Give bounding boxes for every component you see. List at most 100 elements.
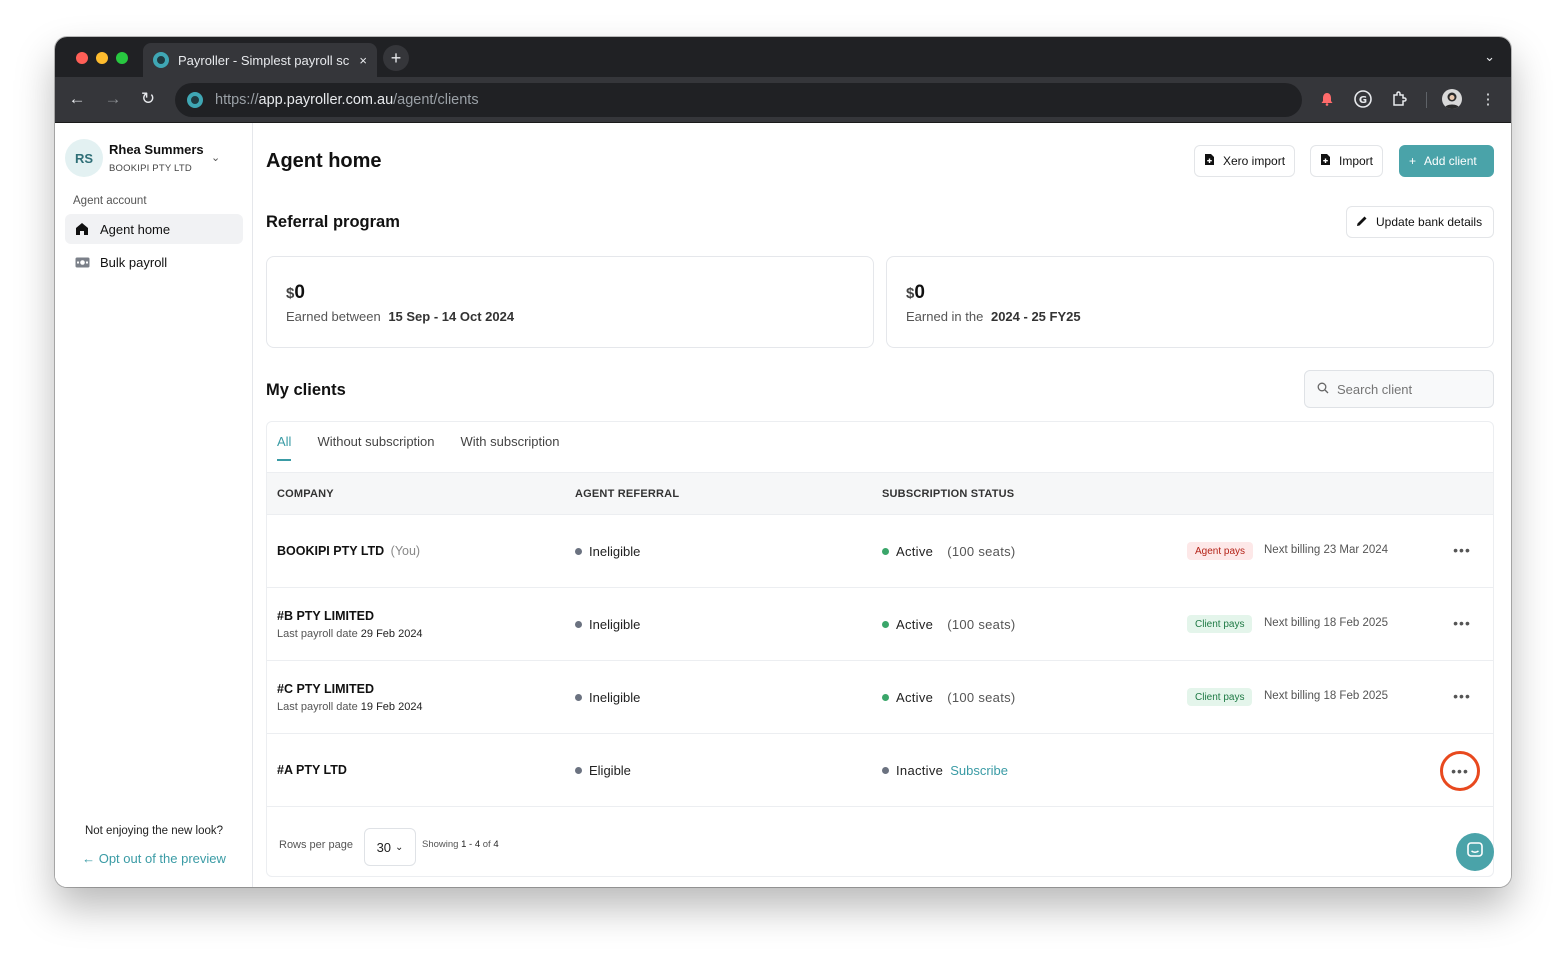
money-icon — [74, 254, 90, 270]
extensions-puzzle-icon[interactable] — [1389, 89, 1409, 109]
rows-per-page-label: Rows per page — [279, 839, 353, 851]
reload-icon[interactable]: ↻ — [137, 89, 159, 109]
status-label: Active — [896, 690, 934, 705]
plus-icon: + — [1409, 154, 1417, 168]
rows-per-page-select[interactable]: 30 ⌄ — [364, 828, 416, 866]
home-icon — [74, 221, 90, 237]
account-switcher-chevron-icon[interactable]: ⌄ — [211, 151, 220, 164]
status-dot — [882, 767, 889, 774]
sidebar-item-agent-home[interactable]: Agent home — [65, 214, 243, 244]
forward-arrow-icon[interactable]: → — [102, 89, 124, 109]
column-header-subscription-status[interactable]: SUBSCRIPTION STATUS — [882, 488, 1014, 500]
showing-label: Showing — [422, 839, 459, 850]
tab-with-subscription[interactable]: With subscription — [461, 422, 560, 461]
user-name[interactable]: Rhea Summers — [109, 142, 204, 157]
status-dot — [575, 548, 582, 555]
sidebar-item-label: Agent home — [100, 221, 171, 237]
tab-without-subscription[interactable]: Without subscription — [317, 422, 434, 461]
address-bar[interactable]: https://app.payroller.com.au/agent/clien… — [175, 83, 1302, 117]
column-header-agent-referral[interactable]: AGENT REFERRAL — [575, 488, 679, 500]
table-row[interactable]: BOOKIPI PTY LTD (You) Ineligible Active (… — [267, 515, 1493, 588]
chat-launcher-button[interactable] — [1456, 833, 1494, 871]
xero-import-button[interactable]: Xero import — [1194, 145, 1296, 177]
rows-per-page-value: 30 — [376, 839, 392, 855]
kebab-menu-icon[interactable]: ⋮ — [1478, 89, 1498, 109]
row-more-options-icon[interactable]: ••• — [1440, 751, 1480, 791]
profile-avatar-icon[interactable] — [1442, 89, 1462, 109]
next-billing: Next billing 23 Mar 2024 — [1264, 544, 1389, 556]
status-dot — [882, 548, 889, 555]
add-client-button[interactable]: + Add client — [1399, 145, 1494, 177]
status-badge: Agent pays — [1187, 542, 1254, 560]
status-dot — [575, 621, 582, 628]
status-dot — [882, 694, 889, 701]
earned-prefix: Earned between — [286, 309, 381, 324]
table-row[interactable]: #A PTY LTD Eligible Inactive Subscribe ••… — [267, 734, 1493, 807]
status-badge: Client pays — [1187, 688, 1253, 706]
subscribe-link[interactable]: Subscribe — [950, 763, 1008, 778]
minimize-window-button[interactable] — [96, 52, 108, 64]
earnings-card-fy: $0 Earned in the 2024 - 25 FY25 — [886, 256, 1494, 348]
clients-table: All Without subscription With subscripti… — [266, 421, 1494, 877]
maximize-window-button[interactable] — [116, 52, 128, 64]
row-more-options-icon[interactable]: ••• — [1452, 686, 1472, 706]
tab-all[interactable]: All — [277, 422, 292, 461]
update-bank-details-button[interactable]: Update bank details — [1346, 206, 1494, 238]
last-payroll-date: Last payroll date 19 Feb 2024 — [277, 701, 423, 713]
tab-close-icon[interactable]: × — [359, 53, 367, 68]
app-content: RS Rhea Summers BOOKIPI PTY LTD ⌄ Agent … — [55, 123, 1511, 887]
referral-label: Ineligible — [589, 690, 641, 705]
client-filter-tabs: All Without subscription With subscripti… — [277, 422, 586, 461]
section-label: Agent account — [73, 195, 147, 207]
grammarly-icon[interactable]: G — [1353, 89, 1373, 109]
new-tab-button[interactable]: + — [383, 45, 409, 71]
column-header-company[interactable]: COMPANY — [277, 488, 334, 500]
subscription-status: Active (100 seats) — [882, 617, 1016, 632]
showing-range: 1 - 4 — [461, 839, 481, 850]
opt-out-label: Opt out of the preview — [98, 851, 226, 866]
pencil-icon — [1356, 215, 1368, 230]
agent-referral: Ineligible — [575, 690, 640, 705]
subscription-status: Inactive Subscribe — [882, 763, 1008, 778]
earned-period: 2024 - 25 FY25 — [990, 309, 1081, 324]
subscription-status: Active (100 seats) — [882, 690, 1016, 705]
import-button[interactable]: Import — [1310, 145, 1384, 177]
search-input[interactable] — [1337, 381, 1487, 397]
back-arrow-icon[interactable]: ← — [66, 89, 88, 109]
avatar[interactable]: RS — [65, 139, 103, 177]
showing-total: 4 — [493, 839, 499, 850]
opt-out-link[interactable]: ← Opt out of the preview — [55, 851, 253, 866]
user-company: BOOKIPI PTY LTD — [109, 163, 192, 174]
site-info-icon[interactable] — [187, 92, 203, 108]
earned-period: 15 Sep - 14 Oct 2024 — [388, 309, 515, 324]
sidebar-item-bulk-payroll[interactable]: Bulk payroll — [65, 247, 243, 277]
tab-title: Payroller - Simplest payroll sc — [178, 52, 350, 68]
seats-count: (100 seats) — [947, 690, 1016, 705]
table-header: COMPANY AGENT REFERRAL SUBSCRIPTION STAT… — [267, 472, 1493, 515]
row-more-options-icon[interactable]: ••• — [1452, 540, 1472, 560]
payroller-favicon-icon — [153, 52, 169, 68]
table-row[interactable]: #B PTY LIMITED Last payroll date 29 Feb … — [267, 588, 1493, 661]
close-window-button[interactable] — [76, 52, 88, 64]
tab-list-chevron-icon[interactable]: ⌄ — [1484, 49, 1495, 65]
browser-tab[interactable]: Payroller - Simplest payroll sc × — [143, 43, 377, 77]
url-scheme: https:// — [215, 92, 259, 108]
sidebar: RS Rhea Summers BOOKIPI PTY LTD ⌄ Agent … — [55, 123, 253, 887]
agent-referral: Ineligible — [575, 544, 640, 559]
status-label: Inactive — [896, 763, 944, 778]
earnings-caption: Earned between 15 Sep - 14 Oct 2024 — [286, 309, 514, 324]
search-icon — [1317, 382, 1329, 397]
row-more-options-icon[interactable]: ••• — [1452, 613, 1472, 633]
company-label: BOOKIPI PTY LTD — [277, 544, 385, 558]
table-row[interactable]: #C PTY LIMITED Last payroll date 19 Feb … — [267, 661, 1493, 734]
notification-extension-icon[interactable] — [1317, 89, 1337, 109]
earnings-card-period: $0 Earned between 15 Sep - 14 Oct 2024 — [266, 256, 874, 348]
agent-referral: Eligible — [575, 763, 631, 778]
status-dot — [882, 621, 889, 628]
browser-tab-strip: Payroller - Simplest payroll sc × + ⌄ — [55, 37, 1511, 77]
url-host: app.payroller.com.au — [258, 92, 394, 108]
browser-window: Payroller - Simplest payroll sc × + ⌄ ← … — [55, 37, 1511, 887]
company-name: BOOKIPI PTY LTD (You) — [277, 544, 420, 558]
search-field[interactable] — [1304, 370, 1494, 408]
main-panel: Agent home Xero import Import + Add clie… — [266, 123, 1494, 887]
